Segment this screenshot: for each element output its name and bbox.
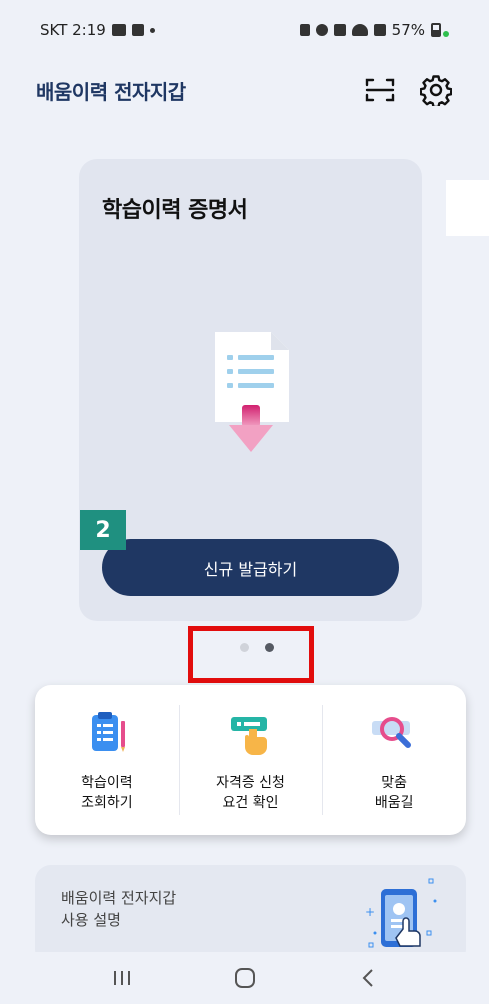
carousel-pager[interactable] [240,643,274,652]
menu-custom-path[interactable]: 맞춤 배움길 [322,685,466,835]
gear-icon[interactable] [419,73,453,107]
menu-label: 자격증 신청 요건 확인 [216,775,285,811]
carrier-time: SKT 2:19 [40,21,106,39]
usage-guide-banner[interactable]: 배움이력 전자지갑 사용 설명 + [35,865,466,965]
pager-dot-active[interactable] [265,643,274,652]
menu-certificate-requirements[interactable]: 자격증 신청 요건 확인 [178,685,323,835]
menu-label: 맞춤 배움길 [374,775,414,811]
more-notifications-icon [149,27,155,33]
notification-icon [131,24,144,36]
status-bar: SKT 2:19 57% [0,0,489,60]
document-download-icon [207,327,307,467]
quick-menu: 학습이력 조회하기 자격증 신청 요건 확인 맞춤 배움길 [35,685,466,835]
home-icon[interactable] [215,958,275,998]
step-badge: 2 [80,510,126,550]
wifi-icon [351,24,368,36]
next-card-peek[interactable] [446,180,489,236]
charging-dot-icon [443,31,449,37]
phone-tap-icon: + [347,871,447,961]
alarm-icon [315,24,328,36]
certificate-card[interactable]: 학습이력 증명서 신규 발급하기 [79,159,422,621]
back-icon[interactable] [338,958,398,998]
card-title: 학습이력 증명서 [102,198,248,223]
gallery-icon [111,24,126,36]
menu-learning-history[interactable]: 학습이력 조회하기 [35,685,179,835]
svg-text:+: + [365,905,375,919]
qr-scan-icon[interactable] [363,73,397,107]
battery-percent: 57% [391,21,425,39]
pager-highlight-box [188,626,314,683]
lock-icon [299,24,310,36]
recent-apps-icon[interactable] [92,958,152,998]
page-title: 배움이력 전자지갑 [36,79,186,104]
signal-icon [373,24,386,36]
guide-text: 배움이력 전자지갑 사용 설명 [61,889,177,929]
card-tap-icon [227,709,275,757]
battery-icon [431,23,441,37]
magnifier-icon [370,709,418,757]
mute-icon [333,24,346,36]
system-nav-bar [0,952,489,1004]
pager-dot[interactable] [240,643,249,652]
app-header: 배움이력 전자지갑 [0,60,489,120]
clipboard-icon [83,709,131,757]
menu-label: 학습이력 조회하기 [81,775,133,811]
issue-new-button[interactable]: 신규 발급하기 [102,539,399,596]
